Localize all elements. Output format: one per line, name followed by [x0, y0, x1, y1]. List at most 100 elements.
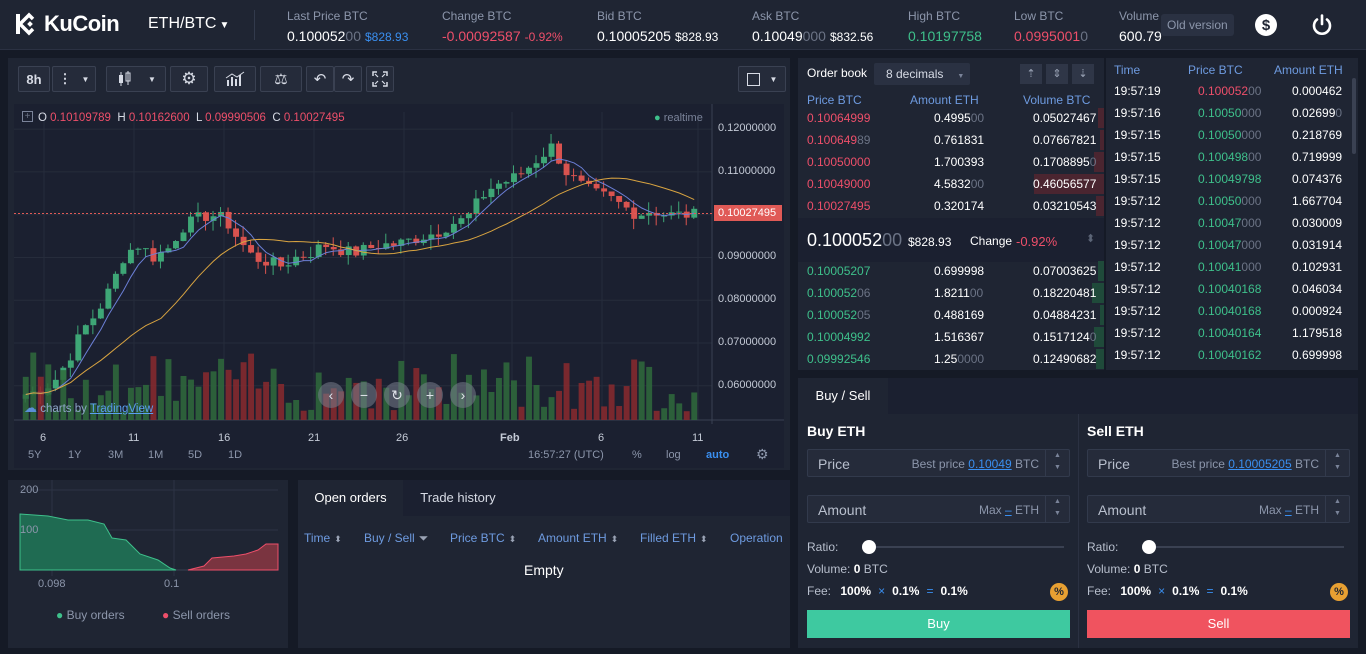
tab-open-orders[interactable]: Open orders: [298, 480, 403, 516]
show-bids-button[interactable]: ⇣: [1072, 64, 1094, 84]
buy-amount-input[interactable]: Amount Max – ETH ▲ ▼: [807, 495, 1070, 523]
trade-amount: 1.179518: [1292, 326, 1343, 340]
range-button[interactable]: 5D: [188, 449, 202, 461]
order-book-panel: Order book 8 decimals ▼ ⇡ ⇕ ⇣ Price BTC A…: [798, 58, 1104, 370]
y-tick-label: 0.12000000: [718, 122, 777, 135]
candlestick-chart[interactable]: [14, 104, 784, 424]
orders-column-header[interactable]: Price BTC ⬍: [450, 531, 516, 545]
scroll-left-button[interactable]: ‹: [318, 382, 344, 408]
chart-type-button[interactable]: ▼: [106, 66, 166, 92]
interval-menu-button[interactable]: ⋮ ▼: [52, 66, 96, 92]
ratio-slider[interactable]: [1149, 546, 1344, 548]
show-both-button[interactable]: ⇕: [1046, 64, 1068, 84]
undo-button[interactable]: ↶: [306, 66, 334, 92]
sell-button[interactable]: Sell: [1087, 610, 1350, 638]
volume-bar: [556, 390, 562, 420]
orders-column-header[interactable]: Amount ETH ⬍: [538, 531, 618, 545]
bid-row[interactable]: 0.10005205 0.488169 0.04884231: [798, 304, 1104, 326]
buy-price-input[interactable]: Price Best price 0.10049 BTC ▲ ▼: [807, 449, 1070, 477]
range-button[interactable]: 1M: [148, 449, 163, 461]
zoom-out-button[interactable]: −: [351, 382, 377, 408]
best-price-link[interactable]: 0.10005205: [1228, 457, 1291, 471]
slider-knob[interactable]: [862, 540, 876, 554]
slider-knob[interactable]: [1142, 540, 1156, 554]
range-button[interactable]: 1Y: [68, 449, 81, 461]
amount-label: Amount: [1098, 502, 1147, 518]
buy-sell-panel: Buy / Sell Buy ETH Price Best price 0.1004…: [798, 378, 1358, 648]
sort-icon[interactable]: ⬍: [334, 534, 342, 544]
ohlc-low: 0.09990506: [205, 112, 266, 124]
sort-icon[interactable]: ⬍: [509, 534, 517, 544]
ask-price: 0.10064989: [807, 133, 871, 147]
redo-button[interactable]: ↷: [334, 66, 362, 92]
indicators-button[interactable]: [214, 66, 256, 92]
ask-row[interactable]: 0.10027495 0.320174 0.03210543: [798, 195, 1104, 217]
trades-scrollbar[interactable]: [1352, 78, 1356, 154]
fullscreen-button[interactable]: [366, 66, 394, 92]
ticker-value: 0.10005205 $828.93: [597, 28, 718, 44]
range-button[interactable]: 1D: [228, 449, 242, 461]
interval-button[interactable]: 8h: [18, 66, 50, 92]
decimals-select[interactable]: 8 decimals ▼: [874, 63, 970, 85]
fee-discount-icon[interactable]: %: [1330, 583, 1348, 601]
auto-toggle[interactable]: auto: [706, 449, 729, 461]
fee-discount-icon[interactable]: %: [1050, 583, 1068, 601]
percent-toggle[interactable]: %: [632, 449, 642, 461]
sort-icon[interactable]: ⬍: [700, 534, 708, 544]
scroll-right-button[interactable]: ›: [450, 382, 476, 408]
orders-column-header[interactable]: Time ⬍: [304, 531, 342, 545]
reset-chart-button[interactable]: ↻: [384, 382, 410, 408]
bid-row[interactable]: 0.10004992 1.516367 0.15171240: [798, 326, 1104, 348]
price-chart[interactable]: + O 0.10109789 H 0.10162600 L 0.09990506…: [14, 104, 784, 468]
tab-trade-history[interactable]: Trade history: [404, 480, 512, 516]
tab-buy-sell[interactable]: Buy / Sell: [798, 378, 888, 414]
ask-row[interactable]: 0.10049000 4.583200 0.46056577: [798, 173, 1104, 195]
stepper[interactable]: ▲ ▼: [1045, 450, 1069, 476]
gear-icon[interactable]: ⚙: [756, 446, 769, 463]
bid-row[interactable]: 0.09992546 1.250000 0.12490682: [798, 348, 1104, 370]
power-icon[interactable]: [1310, 13, 1334, 37]
stepper[interactable]: ▲ ▼: [1325, 450, 1349, 476]
tv-brand[interactable]: TradingView: [90, 403, 153, 415]
tradingview-attribution[interactable]: ☁ charts by TradingView: [24, 400, 153, 416]
ask-row[interactable]: 0.10064989 0.761831 0.07667821: [798, 129, 1104, 151]
legend-sell: ● Sell orders: [162, 608, 230, 622]
bid-row[interactable]: 0.10005206 1.821100 0.18220481: [798, 282, 1104, 304]
compare-button[interactable]: ⚖: [260, 66, 302, 92]
sort-icon[interactable]: ⬍: [611, 534, 619, 544]
old-version-button[interactable]: Old version: [1161, 14, 1234, 36]
stepper[interactable]: ▲ ▼: [1045, 496, 1069, 522]
range-button[interactable]: 5Y: [28, 449, 41, 461]
ask-row[interactable]: 0.10064999 0.499500 0.05027467: [798, 107, 1104, 129]
buy-button[interactable]: Buy: [807, 610, 1070, 638]
orders-column-header[interactable]: Filled ETH ⬍: [640, 531, 708, 545]
sort-icon[interactable]: ⬍: [1086, 232, 1095, 245]
filter-icon[interactable]: ⏷: [419, 531, 429, 545]
max-link[interactable]: –: [1005, 503, 1012, 517]
bid-volume: 0.07003625: [1033, 264, 1097, 278]
stepper[interactable]: ▲ ▼: [1325, 496, 1349, 522]
show-asks-button[interactable]: ⇡: [1020, 64, 1042, 84]
layout-button[interactable]: ▼: [738, 66, 786, 92]
dollar-icon[interactable]: $: [1254, 13, 1278, 37]
settings-button[interactable]: ⚙: [170, 66, 208, 92]
candle-body: [458, 218, 465, 224]
plus-icon[interactable]: +: [22, 111, 33, 122]
x-tick-label: 11: [128, 432, 140, 444]
change-value: -0.92%: [1016, 234, 1058, 249]
range-button[interactable]: 3M: [108, 449, 123, 461]
log-toggle[interactable]: log: [666, 449, 681, 461]
candle-body: [616, 196, 623, 202]
pair-selector[interactable]: ETH/BTC ▼: [148, 15, 229, 33]
orders-column-header[interactable]: Buy / Sell ⏷: [364, 531, 428, 546]
sell-price-input[interactable]: Price Best price 0.10005205 BTC ▲ ▼: [1087, 449, 1350, 477]
sell-amount-input[interactable]: Amount Max – ETH ▲ ▼: [1087, 495, 1350, 523]
max-link[interactable]: –: [1285, 503, 1292, 517]
best-price-link[interactable]: 0.10049: [968, 457, 1011, 471]
ratio-slider[interactable]: [869, 546, 1064, 548]
zoom-in-button[interactable]: +: [417, 382, 443, 408]
ask-row[interactable]: 0.10050000 1.700393 0.17088950: [798, 151, 1104, 173]
bid-row[interactable]: 0.10005207 0.699998 0.07003625: [798, 260, 1104, 282]
kucoin-logo[interactable]: KuCoin: [14, 11, 120, 37]
trade-time: 19:57:15: [1114, 172, 1161, 186]
